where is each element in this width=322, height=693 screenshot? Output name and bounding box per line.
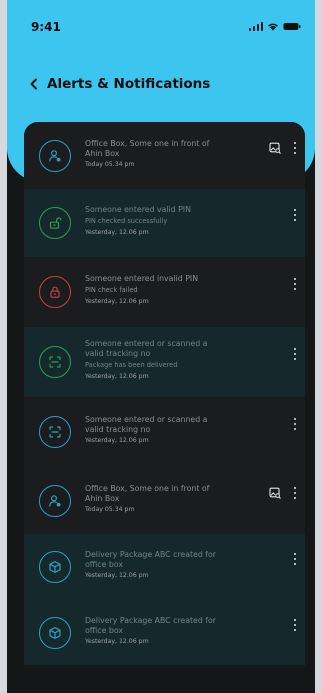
notification-actions: [269, 481, 297, 505]
page-title: Alerts & Notifications: [47, 76, 211, 92]
notification-list: Office Box, Some one in front of Ahin Box…: [24, 122, 305, 669]
wifi-icon: [267, 22, 279, 31]
notification-title: Someone entered or scanned a: [85, 415, 208, 424]
notification-title: Someone entered invalid PIN: [85, 274, 199, 283]
notification-timestamp: Yesterday, 12.06 pm: [85, 373, 149, 380]
notification-title: Someone entered valid PIN: [85, 205, 191, 214]
notification-item[interactable]: Someone entered invalid PIN PIN check fai…: [24, 257, 305, 327]
notification-title: Office Box, Some one in front of: [85, 484, 210, 493]
notification-actions: [293, 342, 297, 366]
scan-icon: [39, 416, 71, 448]
signal-icon: [248, 22, 263, 31]
notification-item[interactable]: Office Box, Some one in front of Ahin Box…: [24, 467, 305, 534]
notification-title-line2: valid tracking no: [85, 425, 151, 434]
phone-screen: 9:41 Alerts & Notifications Office Box, …: [7, 0, 315, 693]
view-snapshot-icon[interactable]: [269, 484, 281, 503]
notification-subtitle: PIN check failed: [85, 286, 138, 294]
more-options-icon[interactable]: [293, 618, 297, 632]
notification-text: Someone entered invalid PIN PIN check fai…: [85, 274, 255, 308]
notification-title: Someone entered or scanned a: [85, 339, 208, 348]
scan-icon: [39, 346, 71, 378]
notification-text: Delivery Package ABC created for office b…: [85, 616, 255, 648]
more-options-icon[interactable]: [293, 417, 297, 431]
package-icon: [39, 551, 71, 583]
notification-subtitle: Package has been delivered: [85, 361, 178, 369]
notification-title-line2: Ahin Box: [85, 149, 120, 158]
back-arrow-icon[interactable]: [25, 76, 41, 92]
notification-actions: [269, 136, 297, 160]
package-icon: [39, 617, 71, 649]
notification-title-line2: office box: [85, 560, 123, 569]
notification-timestamp: Today 05.34 pm: [85, 506, 135, 513]
notification-subtitle: PIN checked successfully: [85, 217, 168, 225]
person-user-icon: [39, 485, 71, 517]
notification-item[interactable]: Delivery Package ABC created for office b…: [24, 534, 305, 600]
notification-item[interactable]: Delivery Package ABC created for office b…: [24, 600, 305, 665]
notification-title-line2: valid tracking no: [85, 349, 151, 358]
lock-icon: [39, 276, 71, 308]
notification-text: Delivery Package ABC created for office b…: [85, 550, 255, 582]
more-options-icon[interactable]: [293, 277, 297, 291]
notification-title-line2: office box: [85, 626, 123, 635]
page-header: Alerts & Notifications: [25, 76, 210, 92]
notification-actions: [293, 412, 297, 436]
notification-text: Office Box, Some one in front of Ahin Box…: [85, 484, 255, 516]
notification-item[interactable]: Office Box, Some one in front of Ahin Box…: [24, 122, 305, 189]
notification-actions: [293, 547, 297, 571]
notification-timestamp: Yesterday, 12.06 pm: [85, 298, 149, 305]
more-options-icon[interactable]: [293, 347, 297, 361]
notification-timestamp: Yesterday, 12.06 pm: [85, 572, 149, 579]
notification-actions: [293, 613, 297, 637]
view-snapshot-icon[interactable]: [269, 139, 281, 158]
notification-timestamp: Today 05.34 pm: [85, 161, 135, 168]
notification-item[interactable]: Someone entered or scanned a valid tracki…: [24, 327, 305, 397]
notification-actions: [293, 203, 297, 227]
notification-actions: [293, 272, 297, 296]
battery-icon: [283, 22, 301, 31]
notification-title-line2: Ahin Box: [85, 494, 120, 503]
notification-title: Office Box, Some one in front of: [85, 139, 210, 148]
notification-text: Office Box, Some one in front of Ahin Box…: [85, 139, 255, 171]
more-options-icon[interactable]: [293, 486, 297, 500]
more-options-icon[interactable]: [293, 141, 297, 155]
notification-text: Someone entered or scanned a valid tracki…: [85, 339, 255, 383]
notification-text: Someone entered or scanned a valid tracki…: [85, 415, 255, 447]
status-bar: 9:41: [7, 0, 315, 44]
notification-title: Delivery Package ABC created for: [85, 616, 217, 625]
more-options-icon[interactable]: [293, 208, 297, 222]
notification-text: Someone entered valid PIN PIN checked suc…: [85, 205, 255, 239]
notification-item[interactable]: Someone entered or scanned a valid tracki…: [24, 397, 305, 467]
person-user-icon: [39, 140, 71, 172]
notification-timestamp: Yesterday, 12.06 pm: [85, 229, 149, 236]
notification-timestamp: Yesterday, 12.06 pm: [85, 437, 149, 444]
unlock-icon: [39, 207, 71, 239]
notification-item[interactable]: Someone entered valid PIN PIN checked suc…: [24, 189, 305, 257]
more-options-icon[interactable]: [293, 552, 297, 566]
status-time: 9:41: [31, 20, 61, 34]
system-icons: [248, 22, 302, 31]
notification-title: Delivery Package ABC created for: [85, 550, 217, 559]
notification-timestamp: Yesterday, 12.06 pm: [85, 638, 149, 645]
